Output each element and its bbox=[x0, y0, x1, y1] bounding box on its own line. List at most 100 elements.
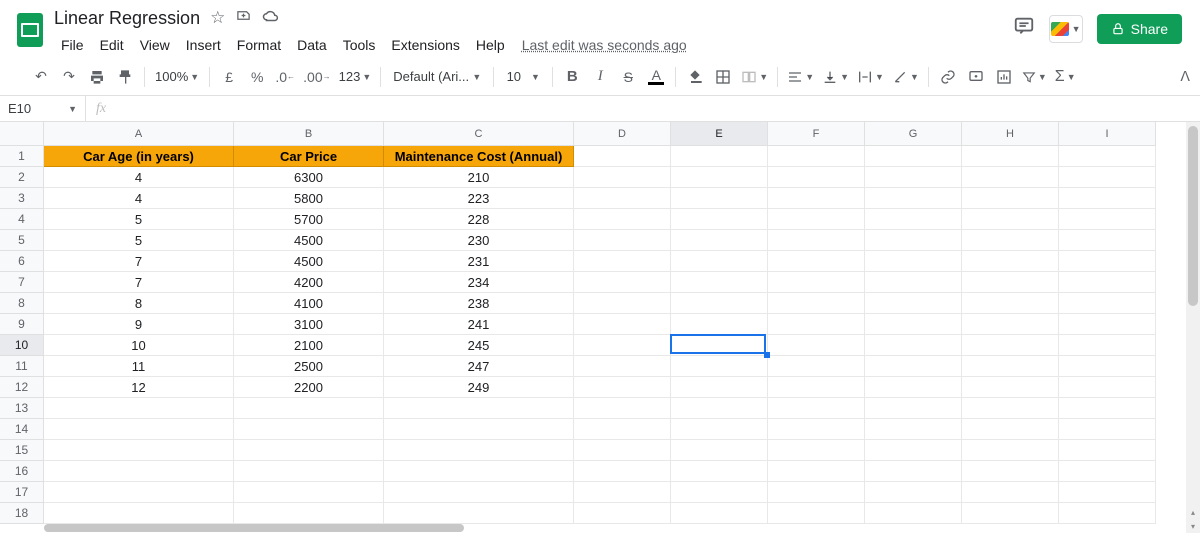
cell-grid[interactable]: ABCDEFGHI1Car Age (in years)Car PriceMai… bbox=[0, 122, 1200, 524]
menu-insert[interactable]: Insert bbox=[179, 33, 228, 57]
zoom-dropdown[interactable]: 100%▼ bbox=[151, 64, 203, 90]
row-header-10[interactable]: 10 bbox=[0, 335, 44, 356]
cell-G11[interactable] bbox=[865, 356, 962, 377]
cell-C17[interactable] bbox=[384, 482, 574, 503]
cell-I15[interactable] bbox=[1059, 440, 1156, 461]
cell-C18[interactable] bbox=[384, 503, 574, 524]
cell-D5[interactable] bbox=[574, 230, 671, 251]
cell-B4[interactable]: 5700 bbox=[234, 209, 384, 230]
cell-G9[interactable] bbox=[865, 314, 962, 335]
cell-B10[interactable]: 2100 bbox=[234, 335, 384, 356]
cell-D16[interactable] bbox=[574, 461, 671, 482]
cell-D14[interactable] bbox=[574, 419, 671, 440]
sheets-logo[interactable] bbox=[10, 10, 50, 50]
decrease-decimal-button[interactable]: .0← bbox=[272, 64, 298, 90]
cell-E15[interactable] bbox=[671, 440, 768, 461]
cell-H15[interactable] bbox=[962, 440, 1059, 461]
cell-F8[interactable] bbox=[768, 293, 865, 314]
cell-D3[interactable] bbox=[574, 188, 671, 209]
cell-E11[interactable] bbox=[671, 356, 768, 377]
cell-F16[interactable] bbox=[768, 461, 865, 482]
merge-button[interactable]: ▼ bbox=[738, 64, 771, 90]
cell-H10[interactable] bbox=[962, 335, 1059, 356]
cell-E6[interactable] bbox=[671, 251, 768, 272]
cell-E4[interactable] bbox=[671, 209, 768, 230]
cell-H16[interactable] bbox=[962, 461, 1059, 482]
cell-G5[interactable] bbox=[865, 230, 962, 251]
fill-color-button[interactable] bbox=[682, 64, 708, 90]
cell-B18[interactable] bbox=[234, 503, 384, 524]
cell-F13[interactable] bbox=[768, 398, 865, 419]
cell-I7[interactable] bbox=[1059, 272, 1156, 293]
cell-C5[interactable]: 230 bbox=[384, 230, 574, 251]
cell-F6[interactable] bbox=[768, 251, 865, 272]
cell-C2[interactable]: 210 bbox=[384, 167, 574, 188]
menu-help[interactable]: Help bbox=[469, 33, 512, 57]
comment-button[interactable] bbox=[963, 64, 989, 90]
cell-I4[interactable] bbox=[1059, 209, 1156, 230]
star-icon[interactable]: ☆ bbox=[210, 8, 225, 28]
col-header-G[interactable]: G bbox=[865, 122, 962, 146]
cell-F12[interactable] bbox=[768, 377, 865, 398]
cell-A12[interactable]: 12 bbox=[44, 377, 234, 398]
cell-G3[interactable] bbox=[865, 188, 962, 209]
cell-F10[interactable] bbox=[768, 335, 865, 356]
cell-G6[interactable] bbox=[865, 251, 962, 272]
menu-view[interactable]: View bbox=[133, 33, 177, 57]
cell-H11[interactable] bbox=[962, 356, 1059, 377]
cell-B12[interactable]: 2200 bbox=[234, 377, 384, 398]
row-header-17[interactable]: 17 bbox=[0, 482, 44, 503]
functions-button[interactable]: Σ▼ bbox=[1052, 64, 1079, 90]
cell-I17[interactable] bbox=[1059, 482, 1156, 503]
cell-D18[interactable] bbox=[574, 503, 671, 524]
cell-H7[interactable] bbox=[962, 272, 1059, 293]
cell-G15[interactable] bbox=[865, 440, 962, 461]
vertical-scrollbar[interactable] bbox=[1186, 122, 1200, 533]
row-header-8[interactable]: 8 bbox=[0, 293, 44, 314]
cell-E9[interactable] bbox=[671, 314, 768, 335]
cell-E16[interactable] bbox=[671, 461, 768, 482]
more-formats-button[interactable]: 123▼ bbox=[336, 64, 375, 90]
cell-G13[interactable] bbox=[865, 398, 962, 419]
cell-I10[interactable] bbox=[1059, 335, 1156, 356]
cell-I12[interactable] bbox=[1059, 377, 1156, 398]
cell-D15[interactable] bbox=[574, 440, 671, 461]
cell-H2[interactable] bbox=[962, 167, 1059, 188]
cell-H18[interactable] bbox=[962, 503, 1059, 524]
cell-A4[interactable]: 5 bbox=[44, 209, 234, 230]
vert-align-button[interactable]: ▼ bbox=[819, 64, 852, 90]
cell-A17[interactable] bbox=[44, 482, 234, 503]
cell-H14[interactable] bbox=[962, 419, 1059, 440]
cell-E10[interactable] bbox=[671, 335, 768, 356]
cell-A14[interactable] bbox=[44, 419, 234, 440]
cell-A6[interactable]: 7 bbox=[44, 251, 234, 272]
cell-G14[interactable] bbox=[865, 419, 962, 440]
cell-C9[interactable]: 241 bbox=[384, 314, 574, 335]
cell-B13[interactable] bbox=[234, 398, 384, 419]
col-header-C[interactable]: C bbox=[384, 122, 574, 146]
toolbar-collapse-icon[interactable]: ᐱ bbox=[1180, 68, 1190, 85]
row-header-12[interactable]: 12 bbox=[0, 377, 44, 398]
cell-E2[interactable] bbox=[671, 167, 768, 188]
cell-C3[interactable]: 223 bbox=[384, 188, 574, 209]
cell-E8[interactable] bbox=[671, 293, 768, 314]
row-header-15[interactable]: 15 bbox=[0, 440, 44, 461]
cell-A13[interactable] bbox=[44, 398, 234, 419]
cell-F4[interactable] bbox=[768, 209, 865, 230]
cell-G2[interactable] bbox=[865, 167, 962, 188]
cell-D8[interactable] bbox=[574, 293, 671, 314]
cell-D9[interactable] bbox=[574, 314, 671, 335]
cell-I8[interactable] bbox=[1059, 293, 1156, 314]
text-color-button[interactable]: A bbox=[643, 64, 669, 90]
cell-F14[interactable] bbox=[768, 419, 865, 440]
cell-A11[interactable]: 11 bbox=[44, 356, 234, 377]
cell-C15[interactable] bbox=[384, 440, 574, 461]
cell-E17[interactable] bbox=[671, 482, 768, 503]
cell-B1[interactable]: Car Price bbox=[234, 146, 384, 167]
menu-data[interactable]: Data bbox=[290, 33, 334, 57]
horizontal-scrollbar[interactable] bbox=[44, 523, 464, 533]
last-edit-link[interactable]: Last edit was seconds ago bbox=[522, 37, 687, 53]
cell-D1[interactable] bbox=[574, 146, 671, 167]
cell-G10[interactable] bbox=[865, 335, 962, 356]
redo-button[interactable]: ↷ bbox=[56, 64, 82, 90]
